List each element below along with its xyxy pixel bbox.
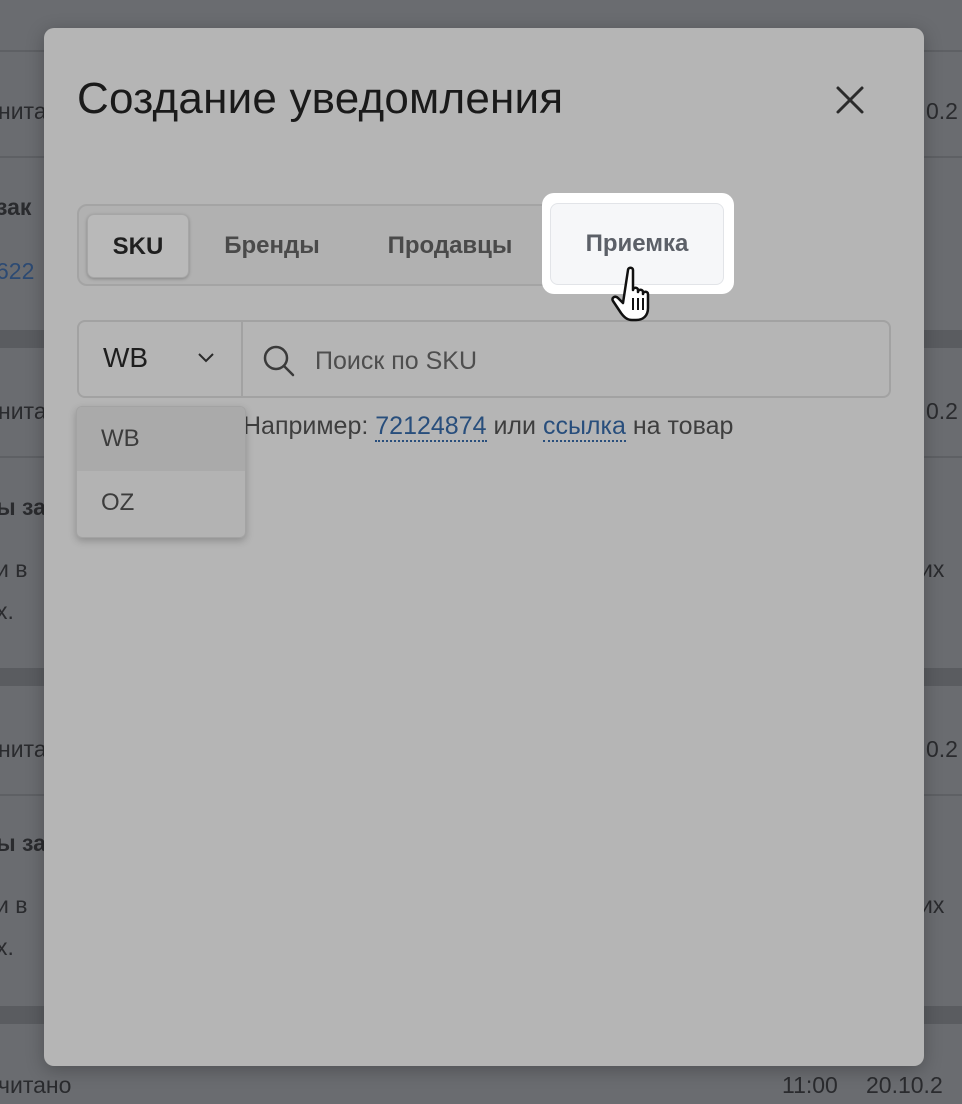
sku-search [243, 320, 891, 398]
row-date: 0.2 [926, 736, 958, 762]
hint-middle: или [493, 412, 536, 440]
row-text: х. [0, 598, 14, 624]
close-icon [836, 86, 864, 114]
row-text: и в [0, 892, 28, 918]
hint-suffix: на товар [632, 412, 734, 440]
marketplace-dropdown: WB OZ [76, 406, 246, 538]
row-date: 0.2 [926, 98, 958, 124]
close-button[interactable] [830, 80, 870, 120]
example-sku-link[interactable]: 72124874 [375, 412, 487, 442]
row-title: зак [0, 194, 32, 220]
row-status: читано [0, 1072, 72, 1098]
search-input[interactable] [313, 340, 877, 382]
row-date: 0.2 [926, 398, 958, 424]
row-link[interactable]: 622 [0, 258, 34, 285]
tab-sellers[interactable]: Продавцы [359, 214, 541, 278]
row-title: ы за [0, 830, 46, 856]
dropdown-option-oz[interactable]: OZ [77, 471, 245, 535]
row-date: 20.10.2 [866, 1072, 943, 1098]
chevron-down-icon [198, 353, 214, 363]
search-icon [263, 345, 295, 377]
hint-prefix: Например: [243, 412, 369, 440]
row-text: х. [0, 934, 14, 960]
dropdown-option-wb[interactable]: WB [77, 407, 245, 471]
tab-sku[interactable]: SKU [87, 214, 189, 278]
create-notification-modal: Создание уведомления SKU Бренды Продавцы… [44, 28, 924, 1066]
modal-title: Создание уведомления [77, 74, 564, 123]
tab-brands[interactable]: Бренды [197, 214, 347, 278]
row-title: ы за [0, 494, 46, 520]
marketplace-select[interactable]: WB [77, 320, 243, 398]
row-time: 11:00 [782, 1072, 838, 1098]
search-hint: Например: 72124874 или ссылка на товар [243, 412, 734, 442]
hand-pointer-icon [611, 266, 650, 322]
row-text: и в [0, 556, 28, 582]
marketplace-select-value: WB [103, 342, 149, 373]
product-link-example[interactable]: ссылка [542, 412, 626, 442]
